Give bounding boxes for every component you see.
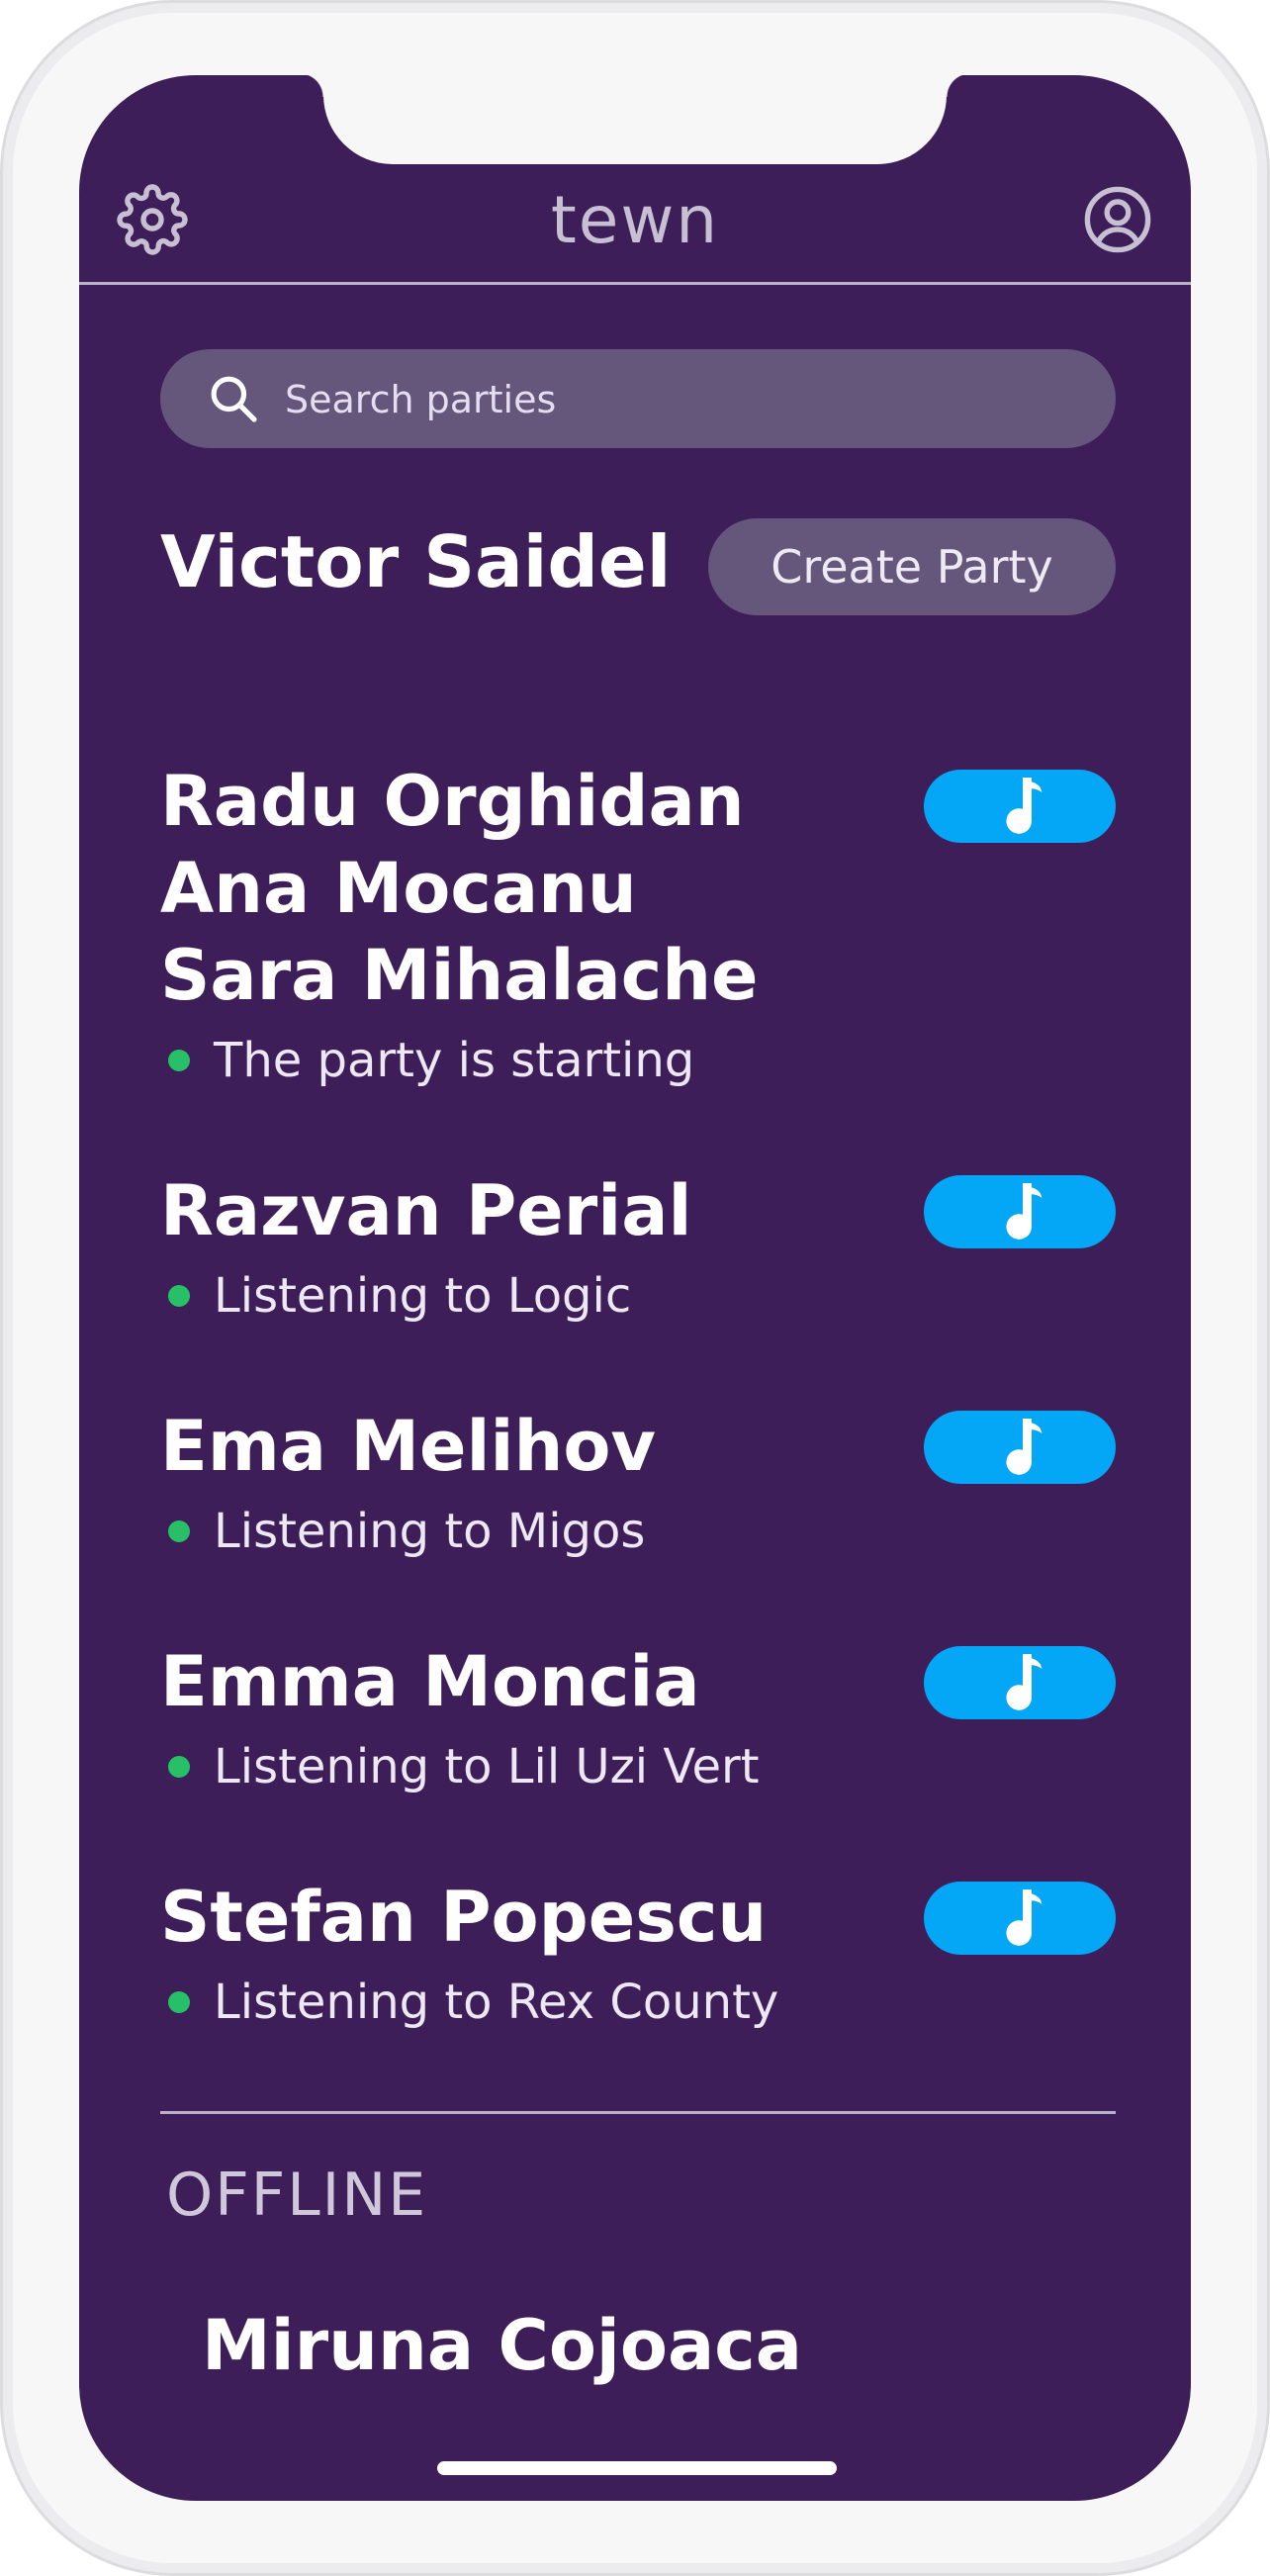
home-indicator[interactable] [437,2461,837,2475]
party-item[interactable]: Stefan Popescu Listening to Rex County [160,1874,1116,2030]
section-divider [160,2111,1116,2114]
online-dot-icon [168,1756,190,1778]
party-item[interactable]: Razvan Perial Listening to Logic [160,1167,1116,1324]
join-music-button[interactable] [924,1646,1116,1719]
music-note-icon [1006,1183,1043,1240]
party-status: Listening to Rex County [160,1975,1116,2030]
join-music-button[interactable] [924,1882,1116,1955]
app-screen: tewn Victor Saidel Create Party Radu Org… [79,75,1191,2501]
profile-button[interactable] [1082,184,1153,255]
party-item[interactable]: Radu Orghidan Ana Mocanu Sara Mihalache … [160,758,1116,1088]
music-note-icon [1006,1654,1043,1710]
party-member-name: Sara Mihalache [160,935,759,1016]
search-bar[interactable] [160,349,1116,450]
offline-section-label: OFFLINE [166,2161,428,2230]
online-dot-icon [168,1285,190,1307]
online-dot-icon [168,1991,190,2013]
music-note-icon [1006,1419,1043,1475]
party-status-text: Listening to Migos [214,1504,646,1559]
device-notch [300,75,970,164]
app-title: tewn [550,182,720,258]
offline-user-name[interactable]: Miruna Cojoaca [202,2305,802,2386]
party-status: Listening to Migos [160,1504,1116,1559]
online-dot-icon [168,1050,190,1071]
party-status: The party is starting [160,1033,1116,1088]
search-input[interactable] [283,349,1078,450]
party-status-text: The party is starting [214,1033,695,1088]
party-status: Listening to Lil Uzi Vert [160,1739,1116,1794]
online-dot-icon [168,1520,190,1542]
user-circle-icon [1084,186,1151,253]
music-note-icon [1006,1889,1043,1946]
header-divider [79,282,1191,285]
current-user-name: Victor Saidel [160,520,672,603]
party-member-name: Ana Mocanu [160,848,637,929]
join-music-button[interactable] [924,1175,1116,1248]
music-note-icon [1006,778,1043,834]
search-icon [211,376,257,422]
party-status: Listening to Logic [160,1268,1116,1324]
join-music-button[interactable] [924,1411,1116,1484]
party-item[interactable]: Ema Melihov Listening to Migos [160,1403,1116,1559]
join-music-button[interactable] [924,770,1116,843]
party-status-text: Listening to Rex County [214,1975,779,2030]
party-status-text: Listening to Lil Uzi Vert [214,1739,760,1794]
create-party-button[interactable]: Create Party [708,518,1116,615]
party-item[interactable]: Emma Moncia Listening to Lil Uzi Vert [160,1638,1116,1794]
party-status-text: Listening to Logic [214,1268,632,1324]
